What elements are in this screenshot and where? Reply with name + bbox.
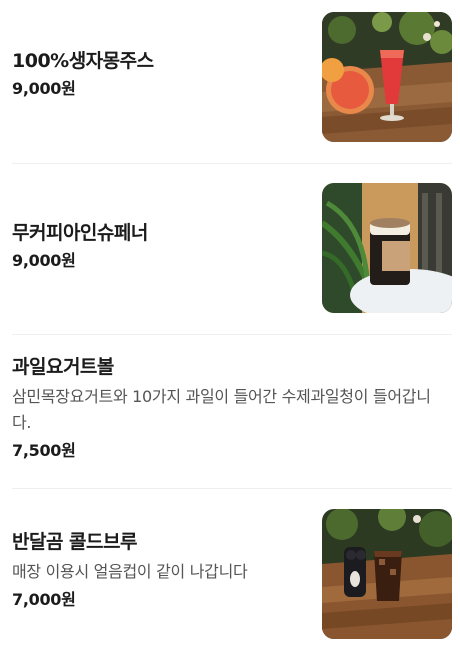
cold-brew-photo[interactable] xyxy=(322,509,452,639)
divider xyxy=(12,334,452,335)
menu-item-description: 매장 이용시 얼음컵이 같이 나갑니다 xyxy=(12,562,248,581)
menu-item-fruit-yogurt-bowl[interactable]: 과일요거트볼 삼민목장요거트와 10가지 과일이 들어간 수제과일청이 들어갑니… xyxy=(12,354,452,470)
grapefruit-juice-image xyxy=(322,12,452,142)
divider xyxy=(12,488,452,489)
einspanner-drink-image xyxy=(322,183,452,313)
menu-item-info: 반달곰 콜드브루 매장 이용시 얼음컵이 같이 나갑니다 7,000원 xyxy=(12,529,312,611)
menu-item-price: 7,500원 xyxy=(12,441,76,460)
menu-item-info: 과일요거트볼 삼민목장요거트와 10가지 과일이 들어간 수제과일청이 들어갑니… xyxy=(12,354,448,462)
menu-item-name: 무커피아인슈페너 xyxy=(12,222,148,244)
menu-item-name: 과일요거트볼 xyxy=(12,356,114,378)
einspanner-drink-photo[interactable] xyxy=(322,183,452,313)
menu-item-description: 삼민목장요거트와 10가지 과일이 들어간 수제과일청이 들어갑니다. xyxy=(12,387,431,432)
menu-item-grapefruit-juice[interactable]: 100%생자몽주스 9,000원 xyxy=(12,12,452,144)
menu-item-bandalgom-cold-brew[interactable]: 반달곰 콜드브루 매장 이용시 얼음컵이 같이 나갑니다 7,000원 xyxy=(12,509,452,639)
menu-item-price: 7,000원 xyxy=(12,590,76,609)
divider xyxy=(12,163,452,164)
menu-item-name: 반달곰 콜드브루 xyxy=(12,531,137,553)
menu-item-einspanner[interactable]: 무커피아인슈페너 9,000원 xyxy=(12,183,452,315)
menu-item-price: 9,000원 xyxy=(12,251,76,270)
grapefruit-juice-photo[interactable] xyxy=(322,12,452,142)
cold-brew-image xyxy=(322,509,452,639)
menu-list: 100%생자몽주스 9,000원 무커피아인슈페너 9,000원 과일요거트볼 … xyxy=(0,0,460,649)
menu-item-price: 9,000원 xyxy=(12,79,76,98)
menu-item-info: 무커피아인슈페너 9,000원 xyxy=(12,220,312,272)
menu-item-info: 100%생자몽주스 9,000원 xyxy=(12,48,312,100)
menu-item-name: 100%생자몽주스 xyxy=(12,50,154,72)
